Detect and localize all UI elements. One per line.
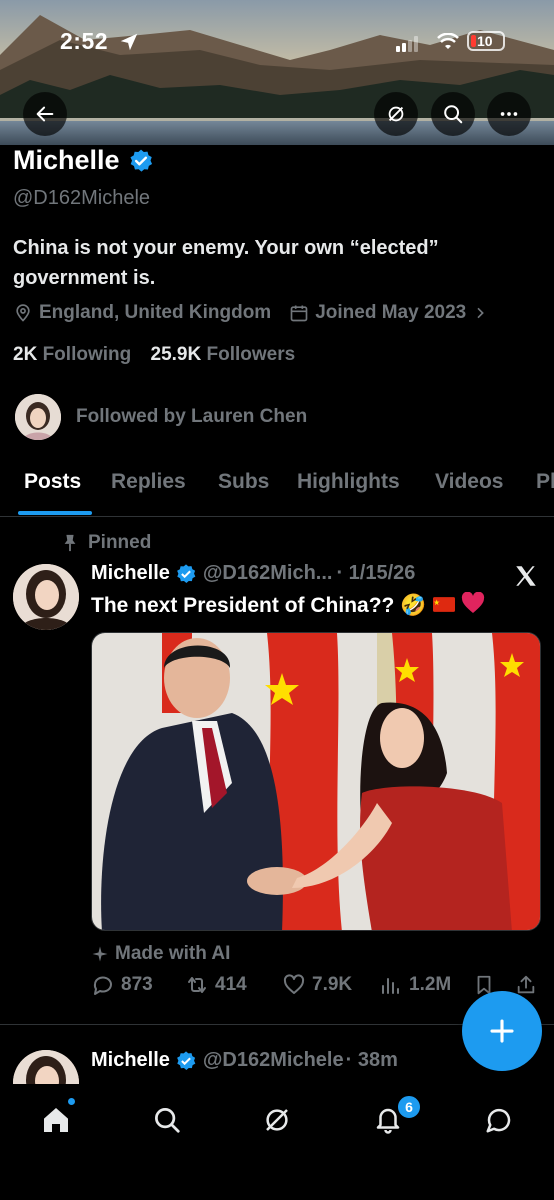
share-button[interactable] [515,973,543,997]
heart-icon [283,974,305,994]
chevron-right-icon [477,307,485,319]
reply-button[interactable]: 873 [91,973,153,997]
following-label: Following [42,344,132,365]
bottom-navigation [0,1084,554,1200]
home-icon [44,1108,68,1132]
calendar-icon [290,305,308,322]
back-button[interactable] [23,92,67,136]
joined-item[interactable]: Joined May 2023 [289,302,494,324]
battery-level: 10 [477,33,493,49]
reply-count: 873 [121,974,153,995]
status-bar: 2:52 10 [0,28,554,58]
following-count: 2K [13,344,38,365]
followers-label: Followers [206,344,296,365]
pin-icon [64,534,76,552]
red-heart-emoji [461,591,485,620]
tab-replies[interactable]: Replies [111,470,186,494]
tab-posts[interactable]: Posts [24,470,81,494]
profile-handle: @D162Michele [13,187,151,209]
follower-avatar [15,394,61,440]
plus-icon [490,1019,514,1043]
signal-icon [396,36,422,57]
views-count: 1.2M [409,974,452,995]
profile-name: Michelle [13,145,120,175]
post2-author-name[interactable]: Michelle [91,1049,170,1072]
ai-label-row[interactable]: Made with AI [91,943,230,965]
messages-icon [486,1108,511,1133]
battery-icon: 10 [467,31,505,51]
followed-by-text: Followed by Lauren Chen [76,406,308,427]
post-date[interactable]: · 1/15/26 [336,562,415,585]
post-author-avatar-2[interactable] [13,1050,79,1084]
home-unread-dot [68,1098,75,1105]
grok-icon [388,106,404,122]
followers-link[interactable]: 25.9K Followers [151,344,296,365]
search-icon [155,1108,180,1133]
post-header: Michelle @D162Mich... · 1/15/26 [91,562,415,585]
tab-photos[interactable]: Ph [536,470,554,494]
search-icon [444,105,463,124]
profile-name-row: Michelle [13,145,154,176]
follow-stats: 2K Following 25.9K Followers [13,344,295,366]
status-time: 2:52 [60,28,109,54]
tab-subs[interactable]: Subs [218,470,269,494]
post-image[interactable] [91,632,541,931]
sparkle-icon [92,946,108,962]
profile-meta: England, United Kingdom Joined May 2023 [13,302,512,324]
pinned-label-row: Pinned [62,532,151,554]
compose-button[interactable] [462,991,542,1071]
x-logo-icon[interactable] [513,563,539,596]
rofl-emoji: 🤣 [400,594,427,617]
share-icon [517,975,535,994]
following-link[interactable]: 2K Following [13,344,131,365]
notifications-badge: 6 [396,1094,422,1120]
like-count: 7.9K [312,974,353,995]
verified-badge-icon [177,1050,196,1070]
active-tab-indicator [18,511,92,515]
tab-videos[interactable]: Videos [435,470,503,494]
post-actions: 873 414 7.9K 1.2M [91,973,541,999]
repost-count: 414 [215,974,247,995]
location-pin-icon [16,304,30,322]
profile-tabs: Posts Replies Subs Highlights Videos Ph [0,462,554,517]
back-arrow-icon [36,106,54,122]
nav-grok[interactable] [255,1098,299,1142]
more-button[interactable] [487,92,531,136]
search-button[interactable] [431,92,475,136]
post2-time[interactable]: · 38m [346,1049,398,1072]
wifi-icon [437,32,459,56]
china-flag-emoji [432,594,455,618]
profile-joined: Joined May 2023 [315,302,467,323]
reply-icon [93,976,112,995]
verified-badge-icon [177,563,196,583]
pinned-label: Pinned [88,532,152,553]
grok-button[interactable] [374,92,418,136]
nav-search[interactable] [145,1098,189,1142]
profile-bio: China is not your enemy. Your own “elect… [13,237,439,289]
post-header-2: Michelle @D162Michele · 38m [91,1049,398,1072]
location-item: England, United Kingdom [13,302,271,324]
post-text-row: The next President of China?? 🤣 [91,591,485,620]
verified-badge-icon[interactable] [128,148,154,174]
post-text: The next President of China?? [91,594,395,617]
tab-highlights[interactable]: Highlights [297,470,400,494]
views-chart-icon [382,978,399,994]
repost-button[interactable]: 414 [185,973,247,997]
repost-icon [188,977,206,993]
post2-author-handle[interactable]: @D162Michele [203,1049,344,1072]
post-author-handle[interactable]: @D162Mich... [203,562,333,585]
followed-by-row[interactable]: Followed by Lauren Chen [15,394,307,440]
ai-label: Made with AI [115,943,231,964]
location-arrow-icon [118,31,140,58]
views-button[interactable]: 1.2M [379,973,451,997]
like-button[interactable]: 7.9K [282,973,352,997]
followers-count: 25.9K [150,344,202,365]
post-author-name[interactable]: Michelle [91,562,170,585]
more-dots-icon [500,112,518,116]
profile-location: England, United Kingdom [39,302,272,323]
grok-icon [266,1109,288,1131]
nav-messages[interactable] [477,1098,521,1142]
post-author-avatar[interactable] [13,564,79,630]
